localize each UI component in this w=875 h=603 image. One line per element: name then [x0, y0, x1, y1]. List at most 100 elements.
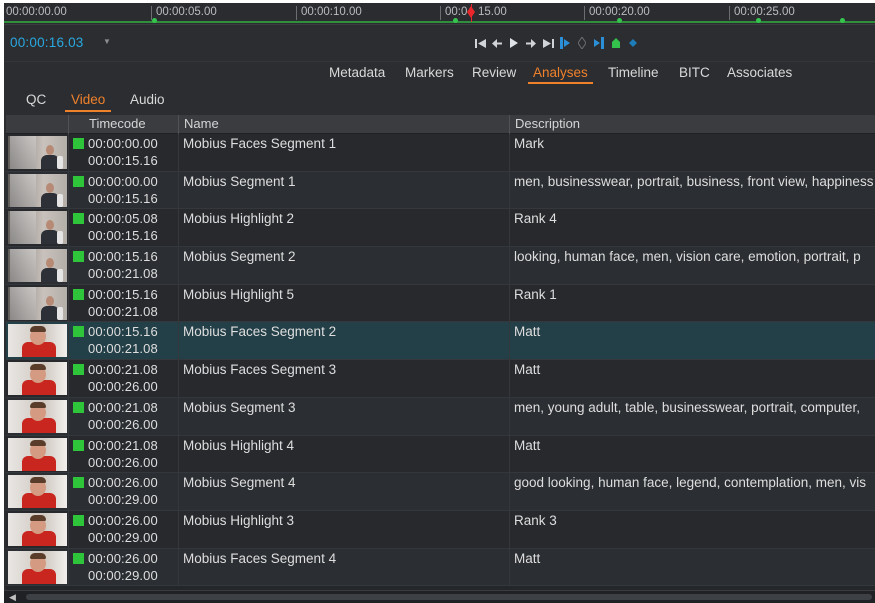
ruler-marker[interactable] — [840, 18, 845, 23]
ruler-track — [4, 21, 875, 23]
table-row[interactable]: 00:00:15.16 00:00:21.08 Mobius Highlight 5… — [6, 284, 875, 323]
table-row[interactable]: 00:00:21.08 00:00:26.00 Mobius Segment 3 me… — [6, 397, 875, 436]
sync-icon[interactable] — [627, 36, 639, 50]
header-description[interactable]: Description — [509, 115, 875, 134]
column-divider — [509, 134, 510, 171]
table-row[interactable]: 00:00:26.00 00:00:29.00 Mobius Highlight 3… — [6, 510, 875, 549]
step-forward-icon[interactable] — [525, 36, 537, 50]
video-thumbnail — [8, 249, 67, 283]
column-divider — [178, 171, 179, 209]
column-divider — [178, 247, 179, 285]
timecode-in: 00:00:21.08 — [88, 362, 158, 378]
status-indicator — [73, 401, 84, 413]
column-divider — [178, 284, 179, 322]
status-indicator — [73, 251, 84, 263]
step-back-icon[interactable] — [491, 36, 503, 50]
segment-description: looking, human face, men, vision care, e… — [514, 249, 861, 265]
timecode-out: 00:00:26.00 — [88, 416, 158, 432]
mark-out-icon[interactable] — [593, 36, 605, 50]
ruler-marker[interactable] — [152, 18, 157, 23]
column-divider — [178, 322, 179, 360]
video-thumbnail — [8, 136, 67, 169]
tab-timeline[interactable]: Timeline — [608, 64, 659, 84]
tab-associates[interactable]: Associates — [727, 64, 792, 84]
subtab-audio[interactable]: Audio — [130, 91, 165, 112]
skip-to-start-icon[interactable] — [474, 36, 486, 50]
segment-name: Mobius Highlight 4 — [183, 437, 295, 453]
table-row[interactable]: 00:00:15.16 00:00:21.08 Mobius Faces Segme… — [6, 322, 875, 361]
segment-description: Rank 4 — [514, 211, 557, 227]
table-row[interactable]: 00:00:26.00 00:00:29.00 Mobius Segment 4 go… — [6, 473, 875, 511]
table-row[interactable]: 00:00:21.08 00:00:26.00 Mobius Faces Segme… — [6, 360, 875, 398]
column-divider — [509, 473, 510, 511]
column-divider — [178, 209, 179, 247]
segment-name: Mobius Highlight 3 — [183, 512, 295, 528]
timecode-in: 00:00:21.08 — [88, 437, 158, 453]
table-row[interactable]: 00:00:21.08 00:00:26.00 Mobius Highlight 4… — [6, 435, 875, 474]
timecode-in: 00:00:15.16 — [88, 324, 158, 340]
scrollbar-thumb[interactable] — [26, 594, 872, 600]
skip-to-end-icon[interactable] — [542, 36, 554, 50]
video-thumbnail — [8, 550, 67, 584]
segment-description: men, young adult, table, businesswear, p… — [514, 399, 860, 415]
tab-analyses[interactable]: Analyses — [528, 64, 593, 84]
table-row[interactable]: 00:00:15.16 00:00:21.08 Mobius Segment 2 lo… — [6, 247, 875, 285]
ruler-marker[interactable] — [453, 18, 458, 23]
ruler-marker[interactable] — [617, 18, 622, 23]
tab-metadata[interactable]: Metadata — [329, 64, 385, 84]
scroll-left-icon[interactable]: ◀ — [9, 592, 19, 602]
table-row[interactable]: 00:00:05.08 00:00:15.16 Mobius Highlight 2… — [6, 209, 875, 248]
play-icon[interactable] — [508, 36, 520, 50]
segment-name: Mobius Segment 4 — [183, 475, 296, 491]
timecode-out: 00:00:15.16 — [88, 190, 158, 206]
table-row[interactable]: 00:00:26.00 00:00:29.00 Mobius Faces Segme… — [6, 548, 875, 587]
status-indicator — [73, 175, 84, 187]
timecode-out: 00:00:15.16 — [88, 228, 158, 244]
column-divider — [509, 171, 510, 209]
status-indicator — [73, 138, 84, 149]
column-divider — [178, 510, 179, 548]
add-marker-icon[interactable] — [576, 36, 588, 50]
column-divider — [509, 548, 510, 586]
tab-review[interactable]: Review — [472, 64, 516, 84]
timecode-dropdown-icon[interactable]: ▼ — [103, 37, 113, 47]
column-divider — [68, 510, 69, 548]
column-divider — [178, 548, 179, 586]
segment-name: Mobius Segment 2 — [183, 249, 296, 265]
ruler-tick: 00:00:25.00 — [729, 6, 795, 20]
panel-tabs: Metadata Markers Review Analyses Timelin… — [4, 61, 875, 86]
horizontal-scrollbar[interactable]: ◀ — [4, 590, 875, 603]
timecode-out: 00:00:21.08 — [88, 341, 158, 357]
header-timecode[interactable]: Timecode — [68, 115, 178, 134]
column-divider — [68, 209, 69, 247]
tab-markers[interactable]: Markers — [405, 64, 454, 84]
mark-in-icon[interactable] — [559, 36, 571, 50]
column-divider — [178, 435, 179, 473]
subtab-qc[interactable]: QC — [26, 91, 46, 112]
playhead[interactable] — [466, 4, 476, 22]
status-indicator — [73, 477, 84, 489]
table-row[interactable]: 00:00:00.00 00:00:15.16 Mobius Segment 1 me… — [6, 171, 875, 210]
table-row[interactable]: 00:00:00.00 00:00:15.16 Mobius Faces Segme… — [6, 134, 875, 172]
segment-description: Matt — [514, 362, 541, 378]
ruler-marker[interactable] — [756, 18, 761, 23]
subtab-video[interactable]: Video — [65, 91, 112, 112]
timecode-in: 00:00:21.08 — [88, 399, 158, 415]
timecode-in: 00:00:00.00 — [88, 136, 158, 151]
column-divider — [178, 473, 179, 511]
timecode-in: 00:00:00.00 — [88, 173, 158, 189]
timeline-ruler[interactable]: 00:00:00.00 00:00:05.00 00:00:10.00 00:0… — [4, 3, 875, 25]
video-thumbnail — [8, 512, 67, 546]
column-divider — [509, 435, 510, 473]
current-timecode[interactable]: 00:00:16.03 — [10, 35, 84, 50]
timecode-in: 00:00:05.08 — [88, 211, 158, 227]
video-thumbnail — [8, 399, 67, 433]
timecode-out: 00:00:26.00 — [88, 379, 158, 395]
timecode-out: 00:00:29.00 — [88, 529, 158, 545]
column-divider — [178, 360, 179, 398]
segment-marker-icon[interactable] — [610, 36, 622, 50]
column-divider — [178, 134, 179, 171]
tab-bitc[interactable]: BITC — [679, 64, 710, 84]
column-divider — [68, 435, 69, 473]
header-name[interactable]: Name — [178, 115, 509, 134]
